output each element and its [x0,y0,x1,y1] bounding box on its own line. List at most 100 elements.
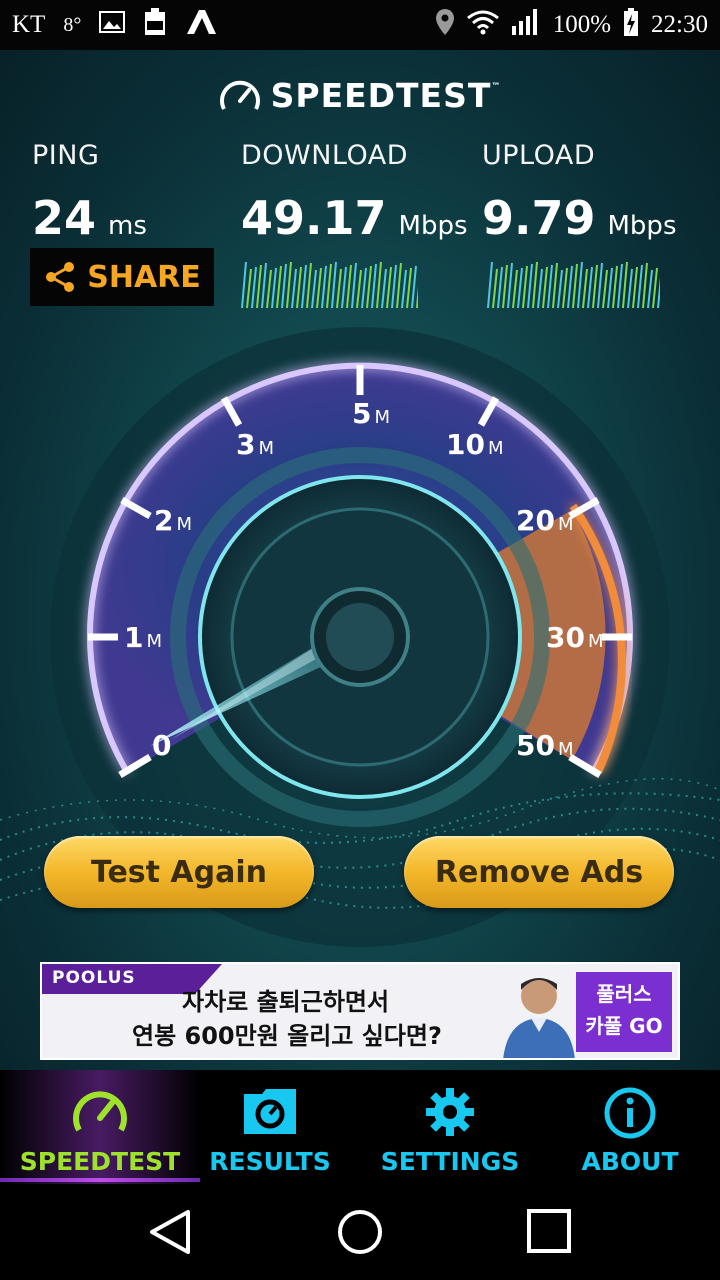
nav-results[interactable]: RESULTS [180,1070,360,1184]
graph-bar [351,262,357,308]
graph-bar [316,267,322,308]
speedometer-logo-icon [219,80,260,110]
graph-bar [416,285,418,308]
nav-speedtest[interactable]: SPEEDTEST [0,1070,200,1184]
graph-bar [542,266,548,308]
ad-brand: POOLUS [52,968,136,988]
graph-bar [341,266,347,308]
graph-bar [617,263,623,308]
trademark: ™ [491,82,502,92]
ad-person-image [503,978,575,1058]
nav-speedtest-label: SPEEDTEST [19,1147,181,1176]
graph-bar [492,268,498,308]
graph-bar [256,264,262,308]
graph-bar [517,267,523,308]
download-result: DOWNLOAD 49.17 Mbps [241,140,468,245]
graph-bar [331,261,337,308]
graph-bar [291,268,297,308]
graph-bar [281,263,287,308]
graph-bar [241,261,247,308]
signal-icon [511,8,541,43]
back-icon[interactable] [148,1208,194,1260]
system-navigation-bar [0,1184,720,1280]
remove-ads-button[interactable]: Remove Ads [404,836,674,908]
recents-icon[interactable] [526,1208,572,1258]
graph-bar [246,268,252,308]
clock: 22:30 [651,11,708,38]
graph-bar [562,267,568,308]
graph-bar [411,265,417,308]
graph-bar [642,262,648,308]
nav-about[interactable]: ABOUT [540,1070,720,1184]
ad-headline-1: 자차로 출퇴근하면서 [182,988,390,1016]
graph-bar [512,269,518,308]
graph-bar [502,264,508,308]
graph-bar [557,269,563,308]
ping-result: PING 24 ms [32,140,147,245]
image-icon [99,10,126,41]
graph-bar [366,265,372,308]
graph-bar [301,264,307,308]
ad-banner[interactable]: POOLUS 자차로 출퇴근하면서 연봉 600만원 올리고 싶다면? 풀러스 … [40,962,680,1060]
graph-bar [487,261,493,308]
app-a-icon [185,9,217,42]
graph-bar [627,268,633,308]
graph-bar [527,263,533,308]
upload-graph [487,261,660,308]
graph-bar [582,268,588,308]
graph-bar [522,265,528,308]
graph-bar [346,264,352,308]
graph-bar [587,266,593,308]
upload-unit: Mbps [607,211,677,241]
graph-bar [381,268,387,308]
nav-settings-label: SETTINGS [380,1147,520,1176]
home-icon[interactable] [336,1208,384,1260]
ad-cta-line-2: 카풀 GO [585,1014,663,1038]
ping-unit: ms [108,211,147,241]
graph-bar [632,266,638,308]
graph-bar [261,262,267,308]
download-value: 49.17 [241,191,387,245]
test-again-button[interactable]: Test Again [44,836,314,908]
battery-saver-100-icon [143,7,167,43]
graph-bar [286,261,292,308]
share-button[interactable]: SHARE [30,248,214,306]
graph-bar [391,264,397,308]
graph-bar [251,266,257,308]
graph-bar [271,267,277,308]
status-bar: KT 8° 100% 22:30 [0,0,720,50]
graph-bar [371,263,377,308]
graph-bar [396,262,402,308]
graph-bar [622,261,628,308]
graph-bar [497,266,503,308]
graph-bar [547,264,553,308]
graph-bar [597,262,603,308]
share-icon [46,262,75,292]
graph-bar [537,268,543,308]
graph-bar [657,276,660,308]
nav-results-label: RESULTS [209,1147,331,1176]
graph-bar [406,267,412,308]
graph-bar [637,264,643,308]
graph-bar [652,267,658,308]
graph-bar [321,265,327,308]
wifi-icon [466,9,499,42]
graph-bar [567,265,573,308]
gauge-tick-0: 0 [152,729,171,762]
info-icon [603,1086,657,1144]
graph-bar [311,269,317,308]
nav-settings[interactable]: SETTINGS [360,1070,540,1184]
graph-bar [507,262,513,308]
ad-cta-button[interactable]: 풀러스 카풀 GO [576,972,672,1052]
graph-bar [296,266,302,308]
graph-bar [532,261,538,308]
ad-cta-line-1: 풀러스 [596,982,652,1006]
speedometer-icon [72,1086,128,1140]
speedtest-screen: 0 1M 2M 3M 5M 10 M 20 M 30 M 50 M SPEEDTEST™… [0,50,720,1070]
upload-result: UPLOAD 9.79 Mbps [482,140,677,245]
bottom-navigation: SPEEDTEST RESULTS SETTINGS ABOUT [0,1070,720,1184]
download-label: DOWNLOAD [241,140,409,171]
graph-bar [647,269,653,308]
location-icon [435,8,455,43]
graph-bar [306,262,312,308]
